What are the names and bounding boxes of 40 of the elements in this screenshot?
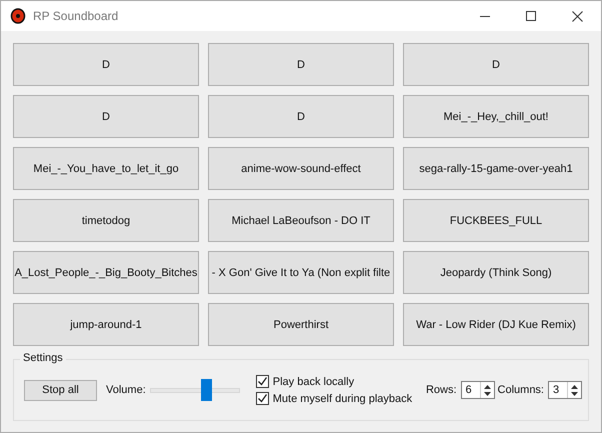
- maximize-icon[interactable]: [526, 11, 536, 21]
- sound-button[interactable]: timetodog: [13, 199, 199, 242]
- checkbox[interactable]: [256, 375, 269, 388]
- checkbox[interactable]: [256, 392, 269, 405]
- sound-button[interactable]: A_Lost_People_-_Big_Booty_Bitches: [13, 251, 199, 294]
- sound-button[interactable]: Jeopardy (Think Song): [403, 251, 589, 294]
- volume-label: Volume:: [106, 384, 146, 396]
- sound-button[interactable]: War - Low Rider (DJ Kue Remix): [403, 303, 589, 346]
- sound-button[interactable]: Mei_-_Hey,_chill_out!: [403, 95, 589, 138]
- down-arrow-icon[interactable]: [571, 392, 578, 396]
- window-title: RP Soundboard: [33, 9, 120, 23]
- sound-button[interactable]: D: [403, 43, 589, 86]
- up-arrow-icon[interactable]: [571, 384, 578, 388]
- sound-button[interactable]: - X Gon' Give It to Ya (Non explit filte: [208, 251, 394, 294]
- checkbox-label[interactable]: Mute myself during playback: [272, 392, 412, 404]
- checkbox-label[interactable]: Play back locally: [272, 376, 354, 388]
- sound-button[interactable]: jump-around-1: [13, 303, 199, 346]
- sound-button[interactable]: sega-rally-15-game-over-yeah1: [403, 147, 589, 190]
- close-icon[interactable]: [572, 10, 583, 22]
- stop-all-button[interactable]: Stop all: [24, 380, 97, 400]
- columns-spinbox[interactable]: 3: [548, 381, 582, 399]
- columns-label: Columns:: [498, 384, 544, 396]
- up-arrow-icon[interactable]: [484, 384, 491, 388]
- sound-button[interactable]: Michael LaBeoufson - DO IT: [208, 199, 394, 242]
- group-title: Settings: [20, 352, 66, 364]
- sound-button[interactable]: Mei_-_You_have_to_let_it_go: [13, 147, 199, 190]
- sound-button[interactable]: D: [208, 43, 394, 86]
- sound-button[interactable]: Powerthirst: [208, 303, 394, 346]
- check-icon: [256, 376, 268, 387]
- sound-button[interactable]: D: [13, 95, 199, 138]
- down-arrow-icon[interactable]: [484, 392, 491, 396]
- sound-button[interactable]: D: [208, 95, 394, 138]
- rows-label: Rows:: [426, 384, 457, 396]
- volume-slider[interactable]: [150, 379, 240, 401]
- rows-spinbox[interactable]: 6: [460, 381, 495, 399]
- check-icon: [256, 393, 268, 404]
- sound-button[interactable]: D: [13, 43, 199, 86]
- sound-button[interactable]: anime-wow-sound-effect: [208, 147, 394, 190]
- sound-button[interactable]: FUCKBEES_FULL: [403, 199, 589, 242]
- speaker-icon: [10, 8, 26, 24]
